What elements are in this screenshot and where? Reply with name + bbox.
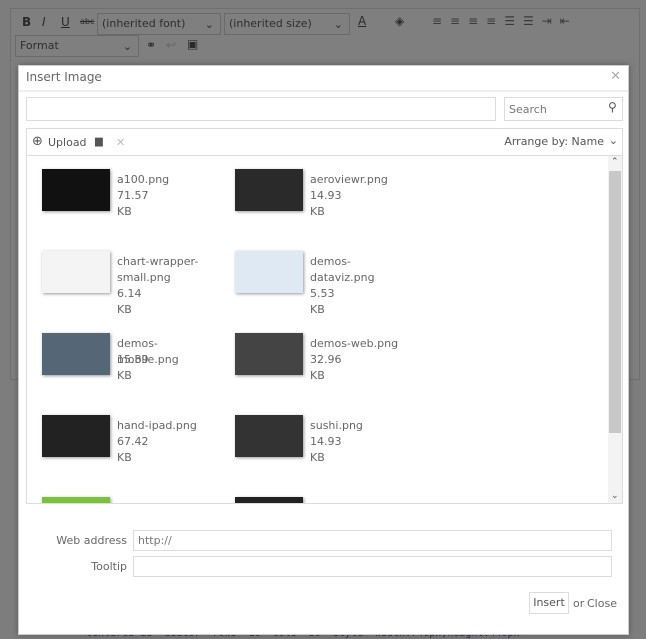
- file-name: a100.png: [117, 173, 170, 186]
- search-icon[interactable]: ⚲: [608, 100, 617, 114]
- background-color-icon[interactable]: ◈: [395, 14, 404, 28]
- search-input[interactable]: [504, 97, 623, 121]
- file-list: a100.png 71.57 KB aeroviewr.png 14.93 KB…: [27, 156, 609, 503]
- format-value: Format: [20, 39, 59, 52]
- insert-button[interactable]: Insert: [529, 592, 569, 614]
- close-link[interactable]: Close: [587, 597, 617, 610]
- chevron-down-icon: ⌄: [333, 18, 343, 31]
- chevron-down-icon: ⌄: [608, 134, 618, 147]
- file-name: demos-dataviz.png: [310, 255, 375, 284]
- insert-image-dialog: Insert Image ✕ ⚲ ⊕ Upload ▆ ✕ Arrange by…: [18, 65, 629, 635]
- file-browser: ⊕ Upload ▆ ✕ Arrange by: Name ⌄ a100.png…: [26, 128, 623, 504]
- file-thumbnail: [42, 333, 110, 375]
- path-input[interactable]: [26, 97, 496, 121]
- bold-button[interactable]: B: [22, 15, 31, 29]
- file-name: aeroviewr.png: [310, 173, 388, 186]
- file-size: 14.93 KB: [310, 189, 342, 218]
- underline-button[interactable]: U: [61, 15, 70, 29]
- format-select[interactable]: Format ⌄: [15, 35, 139, 57]
- size-select[interactable]: (inherited size) ⌄: [224, 13, 350, 35]
- scrollbar[interactable]: ⌃ ⌄: [608, 156, 622, 503]
- file-size: 32.96 KB: [310, 353, 342, 382]
- size-value: (inherited size): [229, 17, 312, 30]
- unlink-icon[interactable]: ↩: [166, 38, 176, 52]
- file-thumbnail: [42, 251, 110, 293]
- file-thumbnail: [235, 497, 303, 503]
- plus-circle-icon[interactable]: ⊕: [32, 134, 43, 149]
- file-thumbnail: [42, 169, 110, 211]
- font-color-button[interactable]: A: [358, 14, 366, 28]
- chevron-down-icon: ⌄: [204, 18, 214, 31]
- close-icon[interactable]: ✕: [610, 69, 621, 84]
- arrange-by-select[interactable]: Arrange by: Name: [504, 135, 604, 148]
- divider: [19, 90, 628, 92]
- file-thumbnail: [235, 169, 303, 211]
- scroll-up-icon[interactable]: ⌃: [611, 157, 619, 167]
- upload-button[interactable]: Upload: [48, 136, 87, 149]
- file-name: sushi.png: [310, 419, 363, 432]
- browser-toolbar: ⊕ Upload ▆ ✕ Arrange by: Name ⌄: [27, 129, 622, 156]
- file-thumbnail: [42, 415, 110, 457]
- file-name: chart-wrapper-small.png: [117, 255, 199, 284]
- tooltip-input[interactable]: [133, 556, 612, 577]
- file-name: demos-web.png: [310, 337, 399, 350]
- file-thumbnail: [235, 333, 303, 375]
- file-thumbnail: [235, 415, 303, 457]
- font-value: (inherited font): [102, 17, 186, 30]
- scrollbar-thumb[interactable]: [609, 171, 621, 433]
- scroll-down-icon[interactable]: ⌄: [611, 491, 619, 501]
- file-size: 15.89 KB: [117, 353, 149, 382]
- file-thumbnail: [42, 497, 110, 503]
- web-address-input[interactable]: [133, 530, 612, 551]
- dialog-title: Insert Image: [26, 70, 102, 84]
- file-size: 71.57 KB: [117, 189, 149, 218]
- insert-image-icon[interactable]: ▣: [187, 37, 198, 51]
- file-size: 67.42 KB: [117, 435, 149, 464]
- file-thumbnail: [235, 251, 303, 293]
- alignment-list-icons[interactable]: ≡≡≡≡☰☰⇥⇤: [432, 14, 578, 28]
- strikethrough-button[interactable]: abc: [80, 17, 94, 26]
- file-size: 6.14 KB: [117, 287, 142, 316]
- tooltip-label: Tooltip: [91, 560, 127, 573]
- file-size: 5.53 KB: [310, 287, 335, 316]
- chevron-down-icon: ⌄: [122, 40, 132, 53]
- file-name: hand-ipad.png: [117, 419, 197, 432]
- or-text: or: [573, 597, 585, 610]
- font-select[interactable]: (inherited font) ⌄: [97, 13, 221, 35]
- new-folder-icon[interactable]: ▆: [95, 136, 103, 147]
- web-address-label: Web address: [56, 534, 127, 547]
- file-size: 14.93 KB: [310, 435, 342, 464]
- italic-button[interactable]: I: [42, 15, 46, 29]
- link-icon[interactable]: ⚭: [146, 38, 156, 52]
- delete-icon[interactable]: ✕: [116, 136, 125, 149]
